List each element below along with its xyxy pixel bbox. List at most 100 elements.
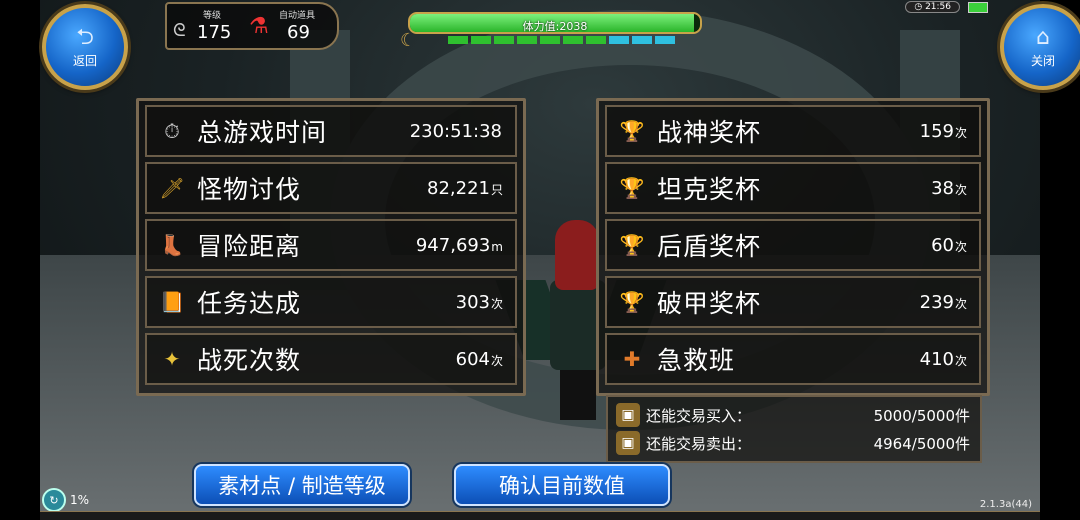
battery-icon [968, 1, 988, 13]
clock-icon: ◷ [914, 2, 923, 12]
stat-number: 303 [455, 291, 490, 313]
stat-label: 冒险距离 [197, 232, 302, 261]
boot-icon: 👢 [159, 233, 185, 257]
stat-value: 38次 [931, 178, 967, 199]
clock: ◷ 21:56 [905, 1, 960, 13]
stat-label: 任务达成 [197, 289, 302, 318]
progress-label: 1% [70, 493, 90, 507]
stat-label: 战神奖杯 [657, 118, 762, 147]
stat-label: 总游戏时间 [197, 118, 328, 147]
left-stat-row: ⏱ 总游戏时间 230:51:38 [145, 105, 517, 157]
left-stat-row: 🗡 怪物讨伐 82,221只 [145, 162, 517, 214]
stamina-segment [448, 36, 468, 44]
level-swirl-icon: ᘓ [173, 20, 186, 41]
level-display: ᘓ 等级 175 [173, 6, 243, 46]
stat-number: 159 [919, 120, 954, 142]
stamina-segment [540, 36, 560, 44]
stat-unit: 次 [954, 296, 967, 311]
stamina-bar: 体力值:2038 [408, 12, 702, 34]
stat-label: 怪物讨伐 [197, 175, 302, 204]
stat-unit: 只 [490, 182, 503, 197]
trade-buy-label: 还能交易买入： [646, 406, 752, 425]
left-stats-panel: ⏱ 总游戏时间 230:51:38 🗡 怪物讨伐 82,221只 👢 冒险距离 947,693m… [136, 98, 526, 396]
stat-unit: 次 [490, 296, 503, 311]
stat-label: 后盾奖杯 [657, 232, 762, 261]
right-stat-row: 🏆 战神奖杯 159次 [605, 105, 981, 157]
close-button[interactable]: ⌂ 关闭 [1000, 4, 1080, 90]
level-value: 175 [197, 22, 232, 43]
loading-progress: ↻ 1% [42, 488, 89, 512]
left-stat-row: ✦ 战死次数 604次 [145, 333, 517, 385]
refresh-icon: ↻ [42, 488, 66, 512]
stat-value: 60次 [931, 235, 967, 256]
trade-sell-label: 还能交易卖出： [646, 434, 752, 453]
stamina-segment [471, 36, 491, 44]
version-label: 2.1.3a(44) [979, 499, 1032, 510]
trade-buy-row: ▣ 还能交易买入： 5000/5000件 [616, 401, 970, 429]
stat-unit: 次 [490, 353, 503, 368]
left-letterbox [0, 0, 40, 520]
stat-label: 急救班 [657, 346, 736, 375]
trophy-icon: 🏆 [619, 233, 645, 257]
stat-unit: m [491, 239, 503, 254]
stat-value: 947,693m [416, 235, 503, 256]
stamina-segment [517, 36, 537, 44]
stat-value: 410次 [920, 349, 967, 370]
stat-value: 230:51:38 [410, 121, 503, 142]
medic-icon: ✚ [623, 347, 641, 371]
stamina-segment [563, 36, 583, 44]
materials-craft-level-button[interactable]: 素材点 / 制造等级 [194, 464, 410, 506]
stamina-segment [632, 36, 652, 44]
stat-value: 303次 [456, 292, 503, 313]
back-arrow-icon: ⮌ [76, 24, 94, 50]
level-label: 等级 [203, 11, 222, 21]
stat-number: 82,221 [427, 177, 490, 199]
chest-icon: ▣ [616, 403, 640, 427]
stamina-gauge: 体力值:2038 ☾ [400, 8, 702, 52]
confirm-values-button[interactable]: 确认目前数值 [454, 464, 670, 506]
stamina-text: 体力值:2038 [522, 20, 588, 33]
back-button-label: 返回 [72, 53, 97, 68]
character-legs [560, 370, 596, 420]
stamina-segment [586, 36, 606, 44]
home-icon: ⌂ [1036, 24, 1050, 50]
back-button[interactable]: ⮌ 返回 [42, 4, 128, 90]
right-stat-row: 🏆 后盾奖杯 60次 [605, 219, 981, 271]
stamina-segment [655, 36, 675, 44]
right-stat-row: 🏆 坦克奖杯 38次 [605, 162, 981, 214]
stat-unit: 次 [954, 239, 967, 254]
stamina-segment [494, 36, 514, 44]
stat-label: 破甲奖杯 [657, 289, 762, 318]
clock-time: 21:56 [925, 2, 951, 12]
trophy-icon: 🏆 [619, 119, 645, 143]
player-info-box: ᘓ 等级 175 ⚗ 自动道具 69 [165, 2, 339, 50]
trophy-icon: 🏆 [619, 290, 645, 314]
trade-limit-box: ▣ 还能交易买入： 5000/5000件 ▣ 还能交易卖出： 4964/5000… [606, 395, 982, 463]
stat-label: 战死次数 [197, 346, 302, 375]
character-hair [555, 220, 599, 290]
bottom-frame [40, 511, 1040, 520]
stat-number: 239 [919, 291, 954, 313]
stat-number: 947,693 [415, 234, 491, 256]
chest-icon: ▣ [616, 431, 640, 455]
potion-count: 69 [287, 22, 310, 43]
crescent-icon: ☾ [400, 30, 417, 51]
stat-label: 坦克奖杯 [657, 175, 762, 204]
book-icon: 📙 [159, 290, 185, 314]
stat-number: 230:51:38 [409, 120, 502, 142]
potion-label: 自动道具 [279, 11, 316, 21]
stat-value: 239次 [920, 292, 967, 313]
stamina-segment [609, 36, 629, 44]
potion-display: ⚗ 自动道具 69 [247, 6, 333, 46]
stat-number: 60 [931, 234, 954, 256]
stat-value: 82,221只 [427, 178, 503, 199]
left-stat-row: 👢 冒险距离 947,693m [145, 219, 517, 271]
sword-icon: 🗡 [159, 176, 185, 200]
stat-number: 38 [931, 177, 954, 199]
close-button-label: 关闭 [1030, 53, 1055, 68]
star-swirl-icon: ✦ [163, 347, 181, 371]
trade-buy-value: 5000/5000件 [873, 406, 970, 425]
stopwatch-icon: ⏱ [164, 119, 180, 143]
stat-unit: 次 [954, 353, 967, 368]
status-bar: ◷ 21:56 [905, 0, 988, 14]
